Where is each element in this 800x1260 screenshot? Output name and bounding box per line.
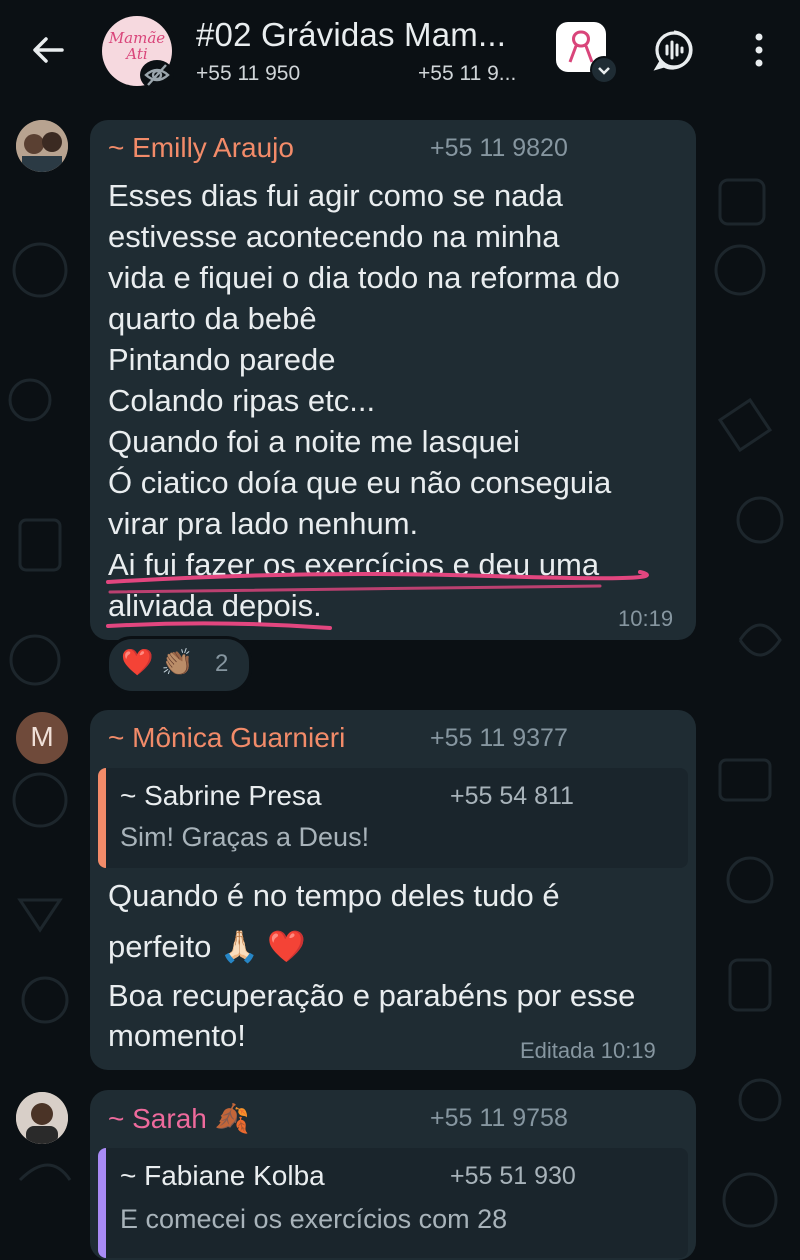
- sender-name[interactable]: ~ Mônica Guarnieri: [108, 722, 345, 754]
- sender-name[interactable]: ~ Emilly Araujo: [108, 132, 294, 164]
- quote-bar: [98, 768, 106, 868]
- profile-photo: [16, 1092, 68, 1144]
- quoted-message[interactable]: ~ Sabrine Presa +55 54 811 Sim! Graças a…: [98, 768, 688, 868]
- message-time: Editada 10:19: [520, 1038, 656, 1063]
- avatar-letter: M: [30, 721, 54, 752]
- avatar[interactable]: M: [16, 712, 68, 764]
- quoted-message[interactable]: ~ Fabiane Kolba +55 51 930 E comecei os …: [98, 1148, 688, 1258]
- sender-phone: +55 11 9820: [430, 134, 568, 162]
- message-line: Esses dias fui agir como se nada: [108, 178, 563, 213]
- quote-text: Sim! Graças a Deus!: [120, 822, 370, 852]
- message-line: virar pra lado nenhum.: [108, 506, 419, 541]
- quote-phone: +55 54 811: [450, 782, 574, 810]
- message-line: Colando ripas etc...: [108, 383, 376, 418]
- more-options-icon[interactable]: [744, 28, 774, 72]
- eye-off-icon: [140, 60, 174, 90]
- message-line: momento!: [108, 1018, 246, 1053]
- app-shortcut-icon[interactable]: [556, 22, 618, 84]
- back-arrow-icon[interactable]: [28, 30, 68, 70]
- clap-reaction: 👏🏽: [161, 647, 194, 677]
- sender-phone: +55 11 9758: [430, 1104, 568, 1132]
- avatar[interactable]: [16, 120, 68, 172]
- quote-phone: +55 51 930: [450, 1162, 576, 1190]
- message-line: Quando foi a noite me lasquei: [108, 424, 520, 459]
- message-line: perfeito 🙏🏻 ❤️: [108, 929, 306, 964]
- voice-chat-icon[interactable]: [652, 28, 696, 72]
- participants-text: +55 11 950: [196, 62, 301, 85]
- message-line: Ó ciatico doía que eu não conseguia: [108, 465, 612, 500]
- reaction-count: 2: [215, 650, 229, 677]
- avatar[interactable]: [16, 1092, 68, 1144]
- quote-sender: ~ Fabiane Kolba: [120, 1160, 325, 1191]
- message-line: Pintando parede: [108, 342, 336, 377]
- message-line: quarto da bebê: [108, 301, 317, 336]
- message-line: Quando é no tempo deles tudo é: [108, 878, 560, 913]
- group-title[interactable]: #02 Grávidas Mam...: [196, 16, 506, 54]
- message-line: vida e fiquei o dia todo na reforma do: [108, 260, 620, 295]
- message-bubble[interactable]: ~ Sarah 🍂 +55 11 9758 ~ Fabiane Kolba +5…: [90, 1090, 696, 1260]
- quote-text: E comecei os exercícios com 28: [120, 1204, 508, 1234]
- chevron-down-icon: [590, 56, 618, 84]
- message-line: Boa recuperação e parabéns por esse: [108, 978, 636, 1013]
- reactions-pill[interactable]: ❤️ 👏🏽 2: [106, 636, 252, 694]
- message-bubble[interactable]: ~ Mônica Guarnieri +55 11 9377 ~ Sabrine…: [90, 710, 696, 1070]
- chat-header: Mamãe Ati #02 Grávidas Mam... +55 11 950…: [0, 0, 800, 104]
- highlight-underline: [106, 570, 649, 630]
- sender-name[interactable]: ~ Sarah 🍂: [108, 1102, 250, 1135]
- quote-bar: [98, 1148, 106, 1258]
- message-line: estivesse acontecendo na minha: [108, 219, 560, 254]
- heart-reaction: ❤️: [121, 647, 154, 677]
- sender-phone: +55 11 9377: [430, 724, 568, 752]
- profile-photo: [16, 120, 68, 172]
- quote-sender: ~ Sabrine Presa: [120, 780, 322, 811]
- group-avatar-logo: Mamãe Ati: [108, 29, 166, 63]
- participants-text-2: +55 11 9...: [418, 62, 517, 85]
